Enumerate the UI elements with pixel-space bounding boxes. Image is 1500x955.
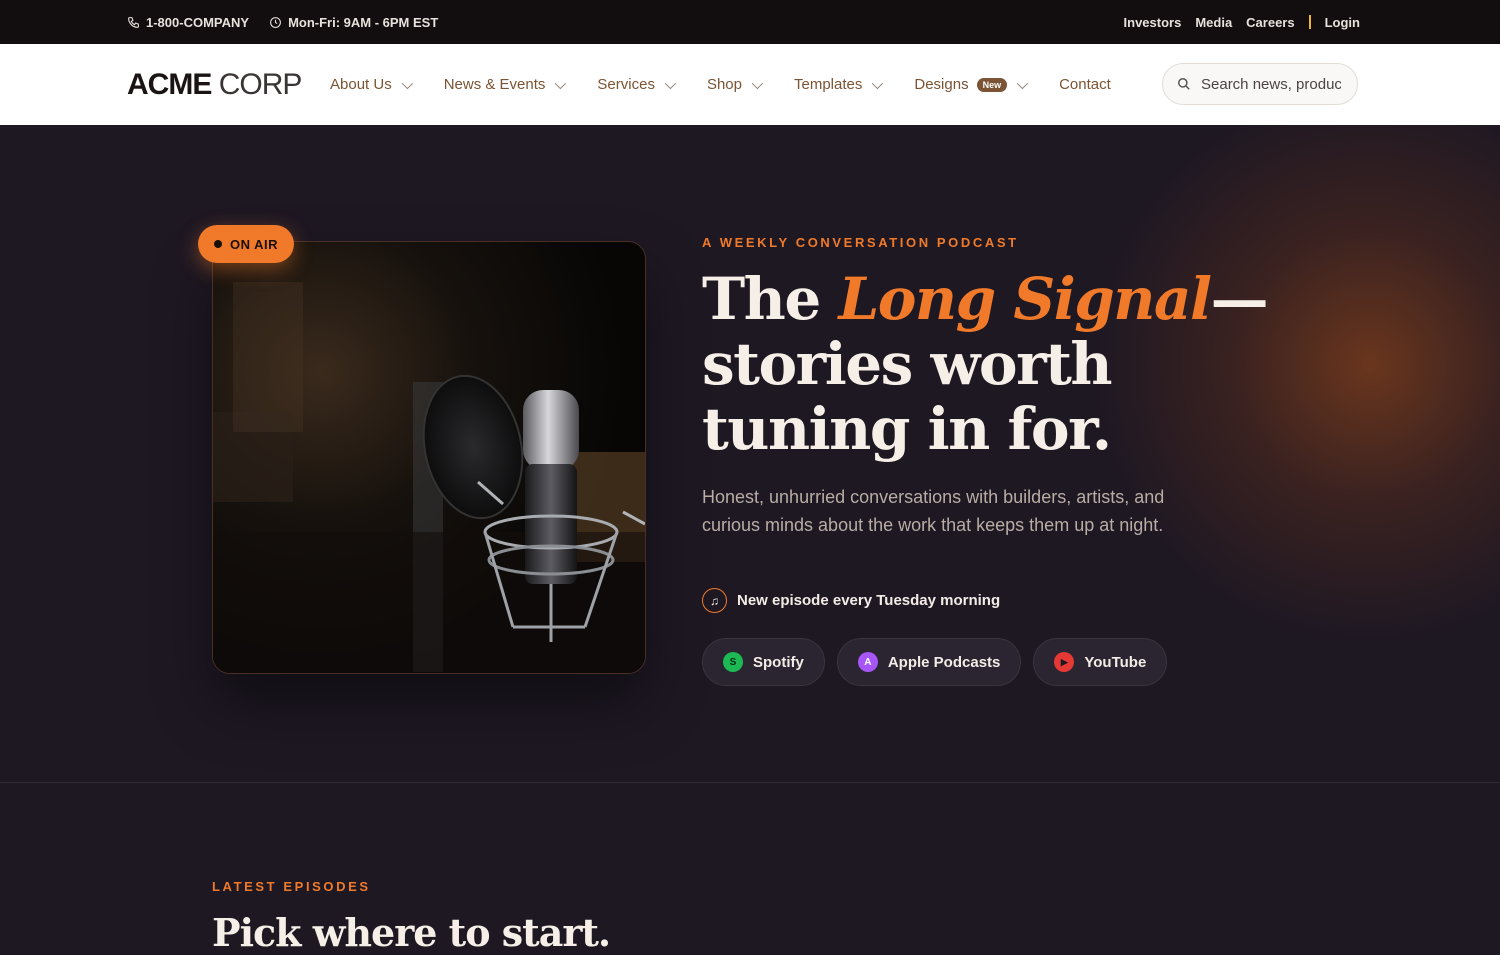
youtube-label: YouTube [1084,653,1147,671]
nav-news-events[interactable]: News & Events [443,76,567,93]
phone-icon [128,16,139,28]
search-icon [1178,78,1190,90]
nav-label: Templates [794,76,863,93]
investors-link[interactable]: Investors [1124,15,1182,30]
apple-podcasts-icon: A [857,652,878,672]
phone-contact[interactable]: 1-800-COMPANY [127,15,249,30]
live-dot-icon [214,240,222,248]
latest-eyebrow: LATEST EPISODES [212,879,371,894]
section-divider [0,782,1500,783]
nav-templates[interactable]: Templates [794,76,884,93]
nav-label: Shop [706,76,742,93]
new-badge: New [976,77,1008,92]
nav-label: Designs [914,76,969,93]
main-header: ACME CORP About Us News & Events Service… [0,44,1500,125]
utility-bar: 1-800-COMPANY Mon-Fri: 9AM - 6PM EST Inv… [0,0,1500,44]
hero-title: The Long Signal— stories worth tuning in… [702,267,1302,462]
nav-contact[interactable]: Contact [1059,76,1111,93]
music-note-icon: ♫ [702,588,727,613]
hero-eyebrow: A WEEKLY CONVERSATION PODCAST [702,235,1019,250]
apple-podcasts-button[interactable]: A Apple Podcasts [836,638,1022,686]
chevron-down-icon [1016,77,1029,89]
divider [1308,15,1311,29]
youtube-button[interactable]: ▶ YouTube [1033,638,1168,686]
search-input[interactable] [1201,75,1341,93]
platform-links: S Spotify A Apple Podcasts ▶ YouTube [702,638,1168,686]
nav-label: About Us [330,76,392,93]
login-link[interactable]: Login [1325,15,1360,30]
on-air-badge: ON AIR [198,225,295,263]
cadence-text: New episode every Tuesday morning [737,592,1001,609]
clock-icon [270,16,281,28]
nav-label: Contact [1059,76,1111,93]
title-prefix: The [702,265,839,333]
spotify-icon: S [723,652,743,672]
careers-link[interactable]: Careers [1246,15,1294,30]
nav-designs[interactable]: Designs New [914,76,1029,93]
hero-description: Honest, unhurried conversations with bui… [702,487,1165,535]
chevron-down-icon [555,77,567,89]
nav-label: Services [597,76,655,93]
spotify-label: Spotify [753,653,804,671]
apple-podcasts-label: Apple Podcasts [887,653,1001,671]
latest-title: Pick where to start. [212,910,611,955]
podcast-microphone-image [212,241,646,674]
youtube-icon: ▶ [1054,652,1075,672]
phone-number[interactable]: 1-800-COMPANY [146,15,249,30]
hero-section: ON AIR A WEEKLY CONVERSATION PODCAST The… [0,125,1500,782]
chevron-down-icon [401,77,413,89]
nav-shop[interactable]: Shop [706,76,764,93]
spotify-button[interactable]: S Spotify [702,638,825,686]
business-hours: Mon-Fri: 9AM - 6PM EST [269,15,438,30]
chevron-down-icon [664,77,677,89]
chevron-down-icon [751,77,764,89]
media-link[interactable]: Media [1195,15,1232,30]
nav-about-us[interactable]: About Us [330,76,413,93]
logo-light: CORP [218,68,303,101]
release-cadence: ♫ New episode every Tuesday morning [702,588,1000,613]
nav-services[interactable]: Services [597,76,677,93]
title-accent: Long Signal [838,265,1212,333]
search-box[interactable] [1162,63,1358,105]
on-air-label: ON AIR [230,236,279,252]
nav-label: News & Events [443,76,546,93]
hours-text: Mon-Fri: 9AM - 6PM EST [288,14,439,30]
main-nav: About Us News & Events Services Shop Tem… [330,44,1145,125]
chevron-down-icon [872,77,884,89]
microphone-illustration [213,242,645,673]
logo[interactable]: ACME CORP [127,68,303,102]
logo-bold: ACME [127,68,212,101]
